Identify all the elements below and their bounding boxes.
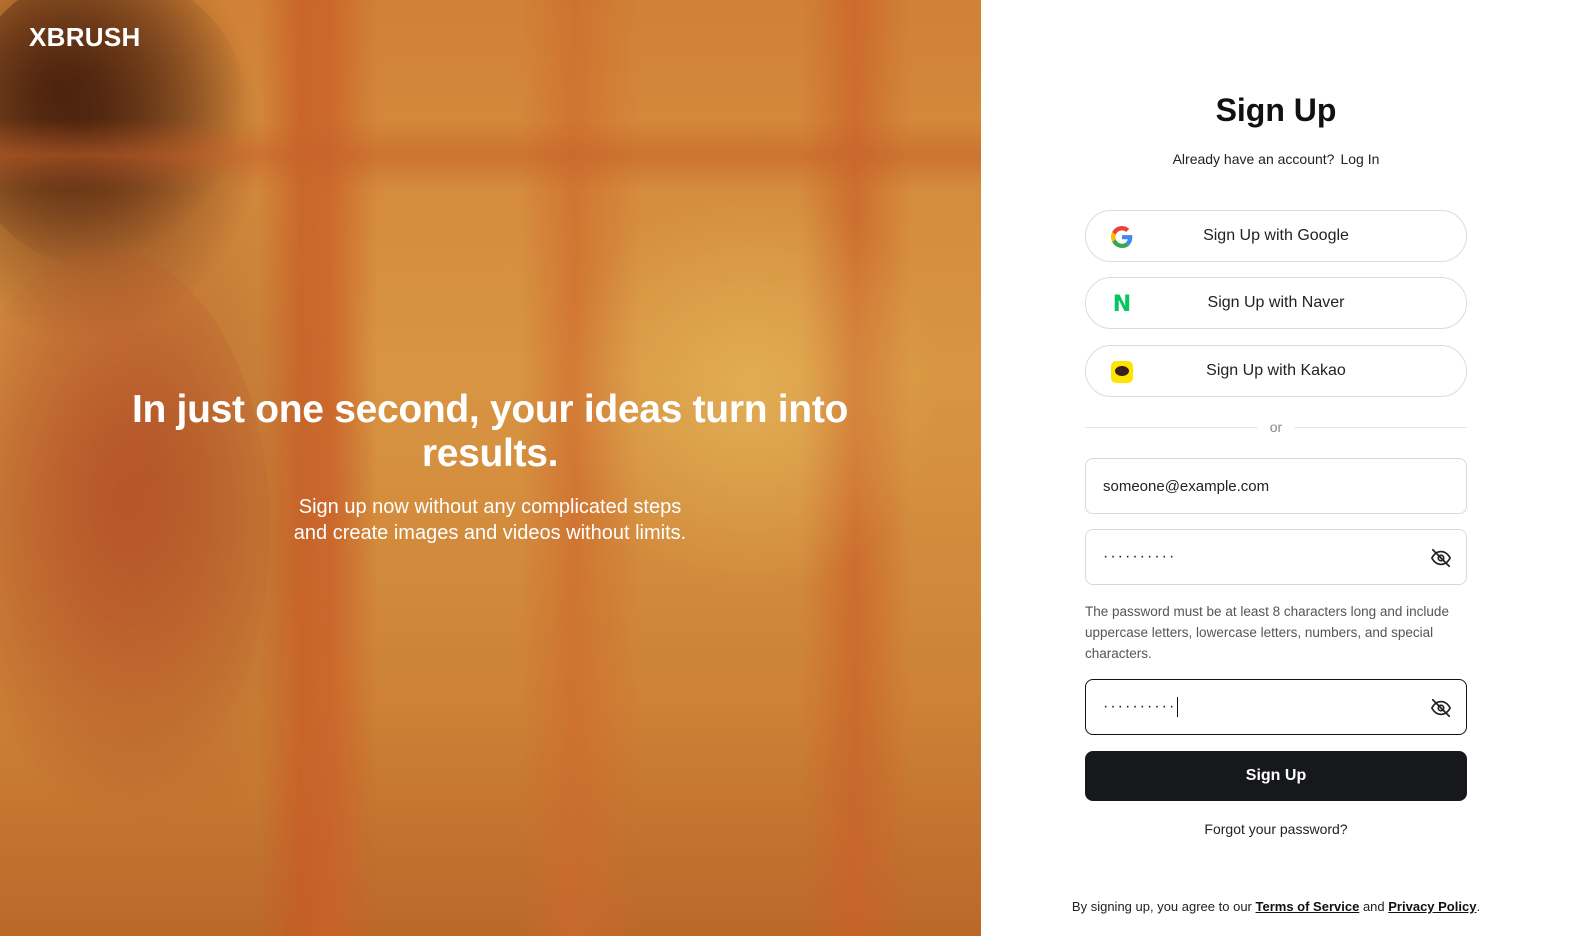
hero-subline: Sign up now without any complicated step… — [190, 494, 790, 546]
naver-logo-icon: N — [1112, 291, 1132, 317]
forgot-password-link[interactable]: Forgot your password? — [981, 821, 1571, 837]
confirm-password-value: ·········· — [1103, 698, 1177, 715]
terms-suffix: . — [1476, 899, 1481, 914]
eye-off-icon[interactable] — [1430, 547, 1452, 569]
login-prompt-text: Already have an account? — [1172, 151, 1335, 167]
login-prompt: Already have an account? Log In — [981, 151, 1571, 167]
text-cursor — [1177, 697, 1179, 717]
signup-panel: Sign Up Already have an account? Log In S… — [981, 0, 1577, 936]
terms-prefix: By signing up, you agree to our — [1071, 899, 1252, 914]
terms-notice: By signing up, you agree to our Terms of… — [981, 899, 1571, 914]
kakao-signup-label: Sign Up with Kakao — [1206, 362, 1346, 379]
signup-submit-button[interactable]: Sign Up — [1085, 751, 1467, 801]
terms-and: and — [1362, 899, 1385, 914]
email-field[interactable]: someone@example.com — [1085, 458, 1467, 514]
hero-subline-line-1: Sign up now without any complicated step… — [298, 496, 682, 518]
email-value: someone@example.com — [1103, 477, 1270, 495]
naver-signup-label: Sign Up with Naver — [1207, 294, 1345, 311]
login-link[interactable]: Log In — [1340, 151, 1379, 167]
password-field[interactable]: ·········· — [1085, 529, 1467, 585]
page-title: Sign Up — [1215, 92, 1337, 128]
naver-signup-button[interactable]: N Sign Up with Naver — [1085, 277, 1467, 329]
eye-off-icon[interactable] — [1430, 697, 1452, 719]
terms-of-service-link[interactable]: Terms of Service — [1256, 899, 1360, 914]
google-signup-button[interactable]: Sign Up with Google — [1085, 210, 1467, 262]
divider-or-text: or — [1258, 419, 1294, 435]
google-logo-icon — [1110, 225, 1134, 249]
password-hint: The password must be at least 8 characte… — [1085, 604, 1449, 661]
brand-logo[interactable]: XBRUSH — [29, 22, 141, 53]
google-signup-label: Sign Up with Google — [1203, 227, 1349, 244]
hero-background-image: XBRUSH In just one second, your ideas tu… — [0, 0, 981, 936]
hero-headline: In just one second, your ideas turn into… — [131, 388, 849, 475]
kakao-signup-button[interactable]: Sign Up with Kakao — [1085, 345, 1467, 397]
kakao-logo-icon — [1110, 360, 1134, 384]
kakao-bubble-shape — [1111, 361, 1133, 383]
privacy-policy-link[interactable]: Privacy Policy — [1388, 899, 1476, 914]
confirm-password-field[interactable]: ·········· — [1085, 679, 1467, 735]
password-value: ·········· — [1103, 548, 1177, 565]
hero-subline-line-2: and create images and videos without lim… — [293, 522, 687, 544]
